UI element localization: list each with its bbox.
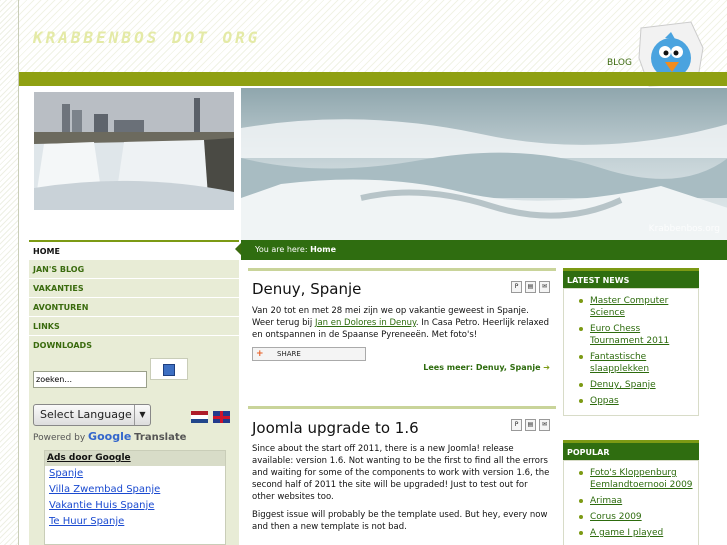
- nav-item-links[interactable]: LINKS: [29, 316, 239, 335]
- nav-item-avonturen[interactable]: AVONTUREN: [29, 297, 239, 316]
- list-item[interactable]: A game I played: [576, 527, 694, 539]
- niagara-falls-photo: [34, 92, 234, 210]
- sidebar-tools: Select Language ▼ Powered by Google Tran…: [29, 354, 239, 545]
- language-select[interactable]: Select Language ▼: [33, 404, 151, 426]
- email-icon[interactable]: ✉: [539, 281, 550, 293]
- waves-image: [241, 88, 727, 240]
- breadcrumb-prefix: You are here:: [255, 245, 308, 254]
- module-title: POPULAR: [563, 440, 699, 460]
- popular-link[interactable]: A game I played: [590, 528, 663, 538]
- ads-title[interactable]: Ads door Google: [45, 451, 225, 466]
- article-paragraph: Since about the start off 2011, there is…: [252, 444, 550, 502]
- list-item[interactable]: Oppas: [576, 395, 694, 407]
- language-select-label: Select Language: [40, 408, 132, 421]
- popular-link[interactable]: Foto's Kloppenburg Eemlandtoernooi 2009: [590, 468, 693, 490]
- share-label: SHARE: [277, 350, 301, 358]
- site-header: KRABBENBOS DOT ORG BLOG: [19, 0, 727, 87]
- share-button[interactable]: SHARE: [252, 347, 366, 361]
- list-item[interactable]: Fantastische slaapplekken: [576, 351, 694, 375]
- breadcrumb-current: Home: [310, 245, 337, 254]
- popular-list: Foto's Kloppenburg Eemlandtoernooi 2009 …: [563, 460, 699, 545]
- dutch-flag-icon[interactable]: [191, 411, 208, 423]
- search-icon: [163, 364, 175, 376]
- ad-link[interactable]: Villa Zwembad Spanje: [45, 482, 225, 498]
- photo-watermark: Krabbenbos.org: [648, 224, 720, 234]
- list-item[interactable]: Euro Chess Tournament 2011: [576, 323, 694, 347]
- ocean-waves-photo: Krabbenbos.org: [241, 88, 727, 240]
- ad-link[interactable]: Te Huur Spanje: [45, 514, 225, 530]
- article-inline-link[interactable]: Jan en Dolores in Denuy: [315, 318, 416, 328]
- breadcrumb: You are here: Home: [241, 240, 727, 260]
- news-link[interactable]: Master Computer Science: [590, 296, 668, 318]
- nav-item-downloads[interactable]: DOWNLOADS: [29, 335, 239, 354]
- pdf-icon[interactable]: P: [511, 281, 522, 293]
- popular-module: POPULAR Foto's Kloppenburg Eemlandtoerno…: [563, 440, 699, 545]
- main-menu: HOME JAN'S BLOG VAKANTIES AVONTUREN LINK…: [29, 240, 241, 354]
- popular-link[interactable]: Arimaa: [590, 496, 622, 506]
- article-icons: P ▤ ✉: [508, 281, 550, 293]
- translate-text: Translate: [134, 432, 187, 443]
- page-frame: KRABBENBOS DOT ORG BLOG Krabbenbos.org H…: [18, 0, 727, 545]
- article-denuy: Denuy, Spanje P ▤ ✉ Van 20 tot en met 28 m…: [248, 268, 556, 388]
- list-item[interactable]: Arimaa: [576, 495, 694, 507]
- pdf-icon[interactable]: P: [511, 419, 522, 431]
- article-icons: P ▤ ✉: [508, 419, 550, 431]
- google-ads: Ads door Google Spanje Villa Zwembad Spa…: [44, 450, 226, 545]
- list-item[interactable]: Foto's Kloppenburg Eemlandtoernooi 2009: [576, 467, 694, 491]
- nav-item-jans-blog[interactable]: JAN'S BLOG: [29, 259, 239, 278]
- powered-by-google: Powered by Google Translate: [33, 430, 186, 443]
- search-input[interactable]: [33, 371, 147, 388]
- article-body: Van 20 tot en met 28 mei zijn we op vaka…: [248, 305, 556, 341]
- read-more-text: Lees meer: Denuy, Spanje: [423, 363, 541, 372]
- list-item[interactable]: Denuy, Spanje: [576, 379, 694, 391]
- news-link[interactable]: Denuy, Spanje: [590, 380, 656, 390]
- english-flag-icon[interactable]: [213, 411, 230, 423]
- chevron-down-icon: ▼: [134, 405, 150, 425]
- article-paragraph: Biggest issue will probably be the templ…: [252, 510, 548, 532]
- list-item[interactable]: Master Computer Science: [576, 295, 694, 319]
- google-logo[interactable]: Google: [88, 430, 131, 443]
- nav-item-vakanties[interactable]: VAKANTIES: [29, 278, 239, 297]
- popular-link[interactable]: Corus 2009: [590, 512, 642, 522]
- blog-link[interactable]: BLOG: [607, 58, 632, 68]
- news-link[interactable]: Fantastische slaapplekken: [590, 352, 649, 374]
- news-link[interactable]: Euro Chess Tournament 2011: [590, 324, 669, 346]
- list-item[interactable]: Corus 2009: [576, 511, 694, 523]
- powered-by-text: Powered by: [33, 433, 86, 443]
- nav-item-home[interactable]: HOME: [29, 240, 239, 259]
- ad-link[interactable]: Spanje: [45, 466, 225, 482]
- arrow-right-icon: ➔: [543, 363, 550, 372]
- latest-news-module: LATEST NEWS Master Computer Science Euro…: [563, 268, 699, 416]
- email-icon[interactable]: ✉: [539, 419, 550, 431]
- print-icon[interactable]: ▤: [525, 281, 536, 293]
- latest-news-list: Master Computer Science Euro Chess Tourn…: [563, 288, 699, 416]
- ad-link[interactable]: Vakantie Huis Spanje: [45, 498, 225, 514]
- site-logo[interactable]: KRABBENBOS DOT ORG: [33, 28, 260, 47]
- read-more-link[interactable]: Lees meer: Denuy, Spanje ➔: [248, 363, 556, 372]
- news-link[interactable]: Oppas: [590, 396, 619, 406]
- article-joomla: Joomla upgrade to 1.6 P ▤ ✉ Since about th…: [248, 406, 556, 545]
- search-button[interactable]: [150, 358, 188, 380]
- module-title: LATEST NEWS: [563, 268, 699, 288]
- header-divider: [19, 72, 727, 86]
- print-icon[interactable]: ▤: [525, 419, 536, 431]
